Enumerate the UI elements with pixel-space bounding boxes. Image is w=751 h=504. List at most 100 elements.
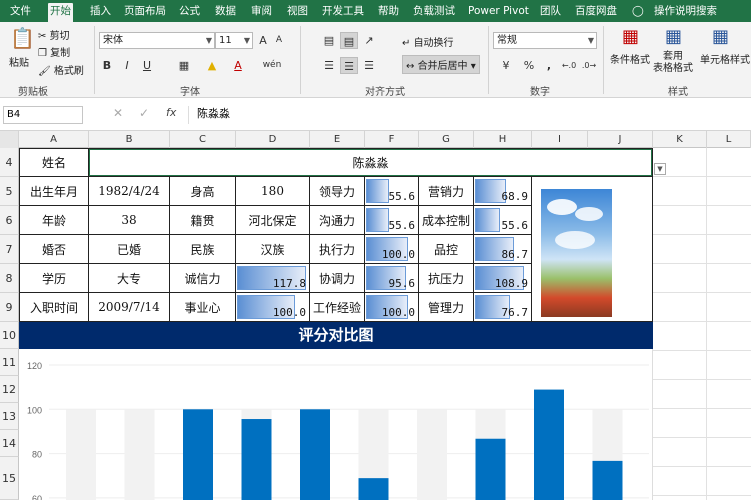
tab-home[interactable]: 开始 xyxy=(48,3,73,22)
col-header-b[interactable]: B xyxy=(89,131,170,148)
cell-h9[interactable]: 76.7 xyxy=(474,293,532,322)
cell-c7[interactable]: 民族 xyxy=(170,235,236,264)
col-header-l[interactable]: L xyxy=(707,131,751,148)
cell-a8[interactable]: 学历 xyxy=(19,264,89,293)
cell-styles-button[interactable]: 单元格样式 xyxy=(700,51,750,66)
landscape-photo[interactable] xyxy=(541,189,612,317)
col-header-k[interactable]: K xyxy=(653,131,707,148)
bar[interactable] xyxy=(300,409,330,500)
cancel-icon[interactable]: ✕ xyxy=(113,106,123,120)
align-center-icon[interactable]: ☰ xyxy=(340,57,358,74)
cell-f9[interactable]: 100.0 xyxy=(365,293,419,322)
cell-d6[interactable]: 河北保定 xyxy=(236,206,310,235)
align-middle-icon[interactable]: ▤ xyxy=(340,32,358,49)
wrap-text-button[interactable]: ↵ 自动换行 xyxy=(402,34,454,49)
increase-decimal-icon[interactable]: ←.0 xyxy=(560,57,578,74)
cell-g7[interactable]: 品控 xyxy=(419,235,474,264)
currency-icon[interactable]: ¥ xyxy=(497,57,515,74)
cell-b6[interactable]: 38 xyxy=(89,206,170,235)
row-header-10[interactable]: 10 xyxy=(0,322,19,349)
cell-b9[interactable]: 2009/7/14 xyxy=(89,293,170,322)
enter-icon[interactable]: ✓ xyxy=(139,106,149,120)
row-header-9[interactable]: 9 xyxy=(0,293,19,322)
cell-a9[interactable]: 入职时间 xyxy=(19,293,89,322)
row-header-14[interactable]: 14 xyxy=(0,430,19,457)
tab-baidu-disk[interactable]: 百度网盘 xyxy=(573,3,619,22)
cell-e5[interactable]: 领导力 xyxy=(310,177,365,206)
phonetic-button[interactable]: wén xyxy=(262,57,282,74)
col-header-d[interactable]: D xyxy=(236,131,310,148)
row-header-6[interactable]: 6 xyxy=(0,206,19,235)
tab-formulas[interactable]: 公式 xyxy=(177,3,202,22)
row-header-8[interactable]: 8 xyxy=(0,264,19,293)
conditional-format-button[interactable]: 条件格式 xyxy=(610,51,650,66)
cell-d5[interactable]: 180 xyxy=(236,177,310,206)
font-size-combo[interactable]: 11 ▼ xyxy=(215,32,253,49)
cell-d8[interactable]: 117.8 xyxy=(236,264,310,293)
tab-developer[interactable]: 开发工具 xyxy=(320,3,366,22)
bold-button[interactable]: B xyxy=(100,57,114,74)
col-header-g[interactable]: G xyxy=(419,131,474,148)
empty-grid-area[interactable] xyxy=(653,148,751,500)
col-header-h[interactable]: H xyxy=(474,131,532,148)
bar[interactable] xyxy=(592,460,623,500)
row-header-5[interactable]: 5 xyxy=(0,177,19,206)
shrink-font-button[interactable]: A xyxy=(272,32,286,49)
cell-b8[interactable]: 大专 xyxy=(89,264,170,293)
tab-review[interactable]: 审阅 xyxy=(249,3,274,22)
comma-button[interactable]: , xyxy=(542,57,556,74)
tab-data[interactable]: 数据 xyxy=(213,3,238,22)
cell-c5[interactable]: 身高 xyxy=(170,177,236,206)
format-painter-button[interactable]: 🖌 格式刷 xyxy=(38,62,84,77)
cell-g6[interactable]: 成本控制 xyxy=(419,206,474,235)
number-format-combo[interactable]: 常规 ▼ xyxy=(493,32,597,49)
cell-e8[interactable]: 协调力 xyxy=(310,264,365,293)
align-left-icon[interactable]: ☰ xyxy=(320,57,338,74)
format-as-table-button[interactable]: 套用 表格格式 xyxy=(653,51,693,75)
cell-f6[interactable]: 55.6 xyxy=(365,206,419,235)
grow-font-button[interactable]: A xyxy=(256,32,270,49)
tab-tell-me[interactable]: 操作说明搜索 xyxy=(652,3,719,22)
cell-a4[interactable]: 姓名 xyxy=(19,148,89,177)
name-box[interactable]: B4 xyxy=(3,106,83,124)
lightbulb-icon[interactable]: ◯ xyxy=(630,3,646,22)
col-header-f[interactable]: F xyxy=(365,131,419,148)
cell-d9[interactable]: 100.0 xyxy=(236,293,310,322)
borders-icon[interactable]: ▦ xyxy=(176,57,192,74)
cell-f5[interactable]: 55.6 xyxy=(365,177,419,206)
underline-button[interactable]: U xyxy=(140,57,154,74)
score-comparison-chart[interactable]: 120 100 80 60 xyxy=(19,349,653,504)
copy-button[interactable]: ❐ 复制 xyxy=(38,44,70,59)
tab-view[interactable]: 视图 xyxy=(285,3,310,22)
col-header-i[interactable]: I xyxy=(532,131,588,148)
decrease-decimal-icon[interactable]: .0→ xyxy=(580,57,598,74)
bar[interactable] xyxy=(475,438,506,500)
cell-h6[interactable]: 55.6 xyxy=(474,206,532,235)
align-right-icon[interactable]: ☰ xyxy=(360,57,378,74)
col-header-a[interactable]: A xyxy=(19,131,89,148)
row-header-13[interactable]: 13 xyxy=(0,403,19,430)
fill-color-icon[interactable]: ▲ xyxy=(204,57,220,74)
bar[interactable] xyxy=(241,419,272,500)
bar[interactable] xyxy=(183,409,213,500)
orientation-icon[interactable]: ↗ xyxy=(360,32,378,49)
tab-help[interactable]: 帮助 xyxy=(376,3,401,22)
row-header-11[interactable]: 11 xyxy=(0,349,19,376)
tab-page-layout[interactable]: 页面布局 xyxy=(122,3,168,22)
cell-h5[interactable]: 68.9 xyxy=(474,177,532,206)
cell-h7[interactable]: 86.7 xyxy=(474,235,532,264)
tab-power-pivot[interactable]: Power Pivot xyxy=(466,3,531,22)
cell-f7[interactable]: 100.0 xyxy=(365,235,419,264)
row-header-15[interactable]: 15 xyxy=(0,457,19,500)
cell-styles-icon[interactable]: ▦ xyxy=(712,26,729,47)
col-header-j[interactable]: J xyxy=(588,131,653,148)
italic-button[interactable]: I xyxy=(120,57,134,74)
merge-center-button[interactable]: ↔ 合并后居中 ▾ xyxy=(402,55,480,74)
cell-a5[interactable]: 出生年月 xyxy=(19,177,89,206)
insert-function-button[interactable]: fx xyxy=(166,106,176,119)
format-table-icon[interactable]: ▦ xyxy=(665,26,682,47)
col-header-e[interactable]: E xyxy=(310,131,365,148)
cut-button[interactable]: ✂ 剪切 xyxy=(38,27,70,42)
cell-c6[interactable]: 籍贯 xyxy=(170,206,236,235)
select-all-corner[interactable] xyxy=(0,131,19,148)
